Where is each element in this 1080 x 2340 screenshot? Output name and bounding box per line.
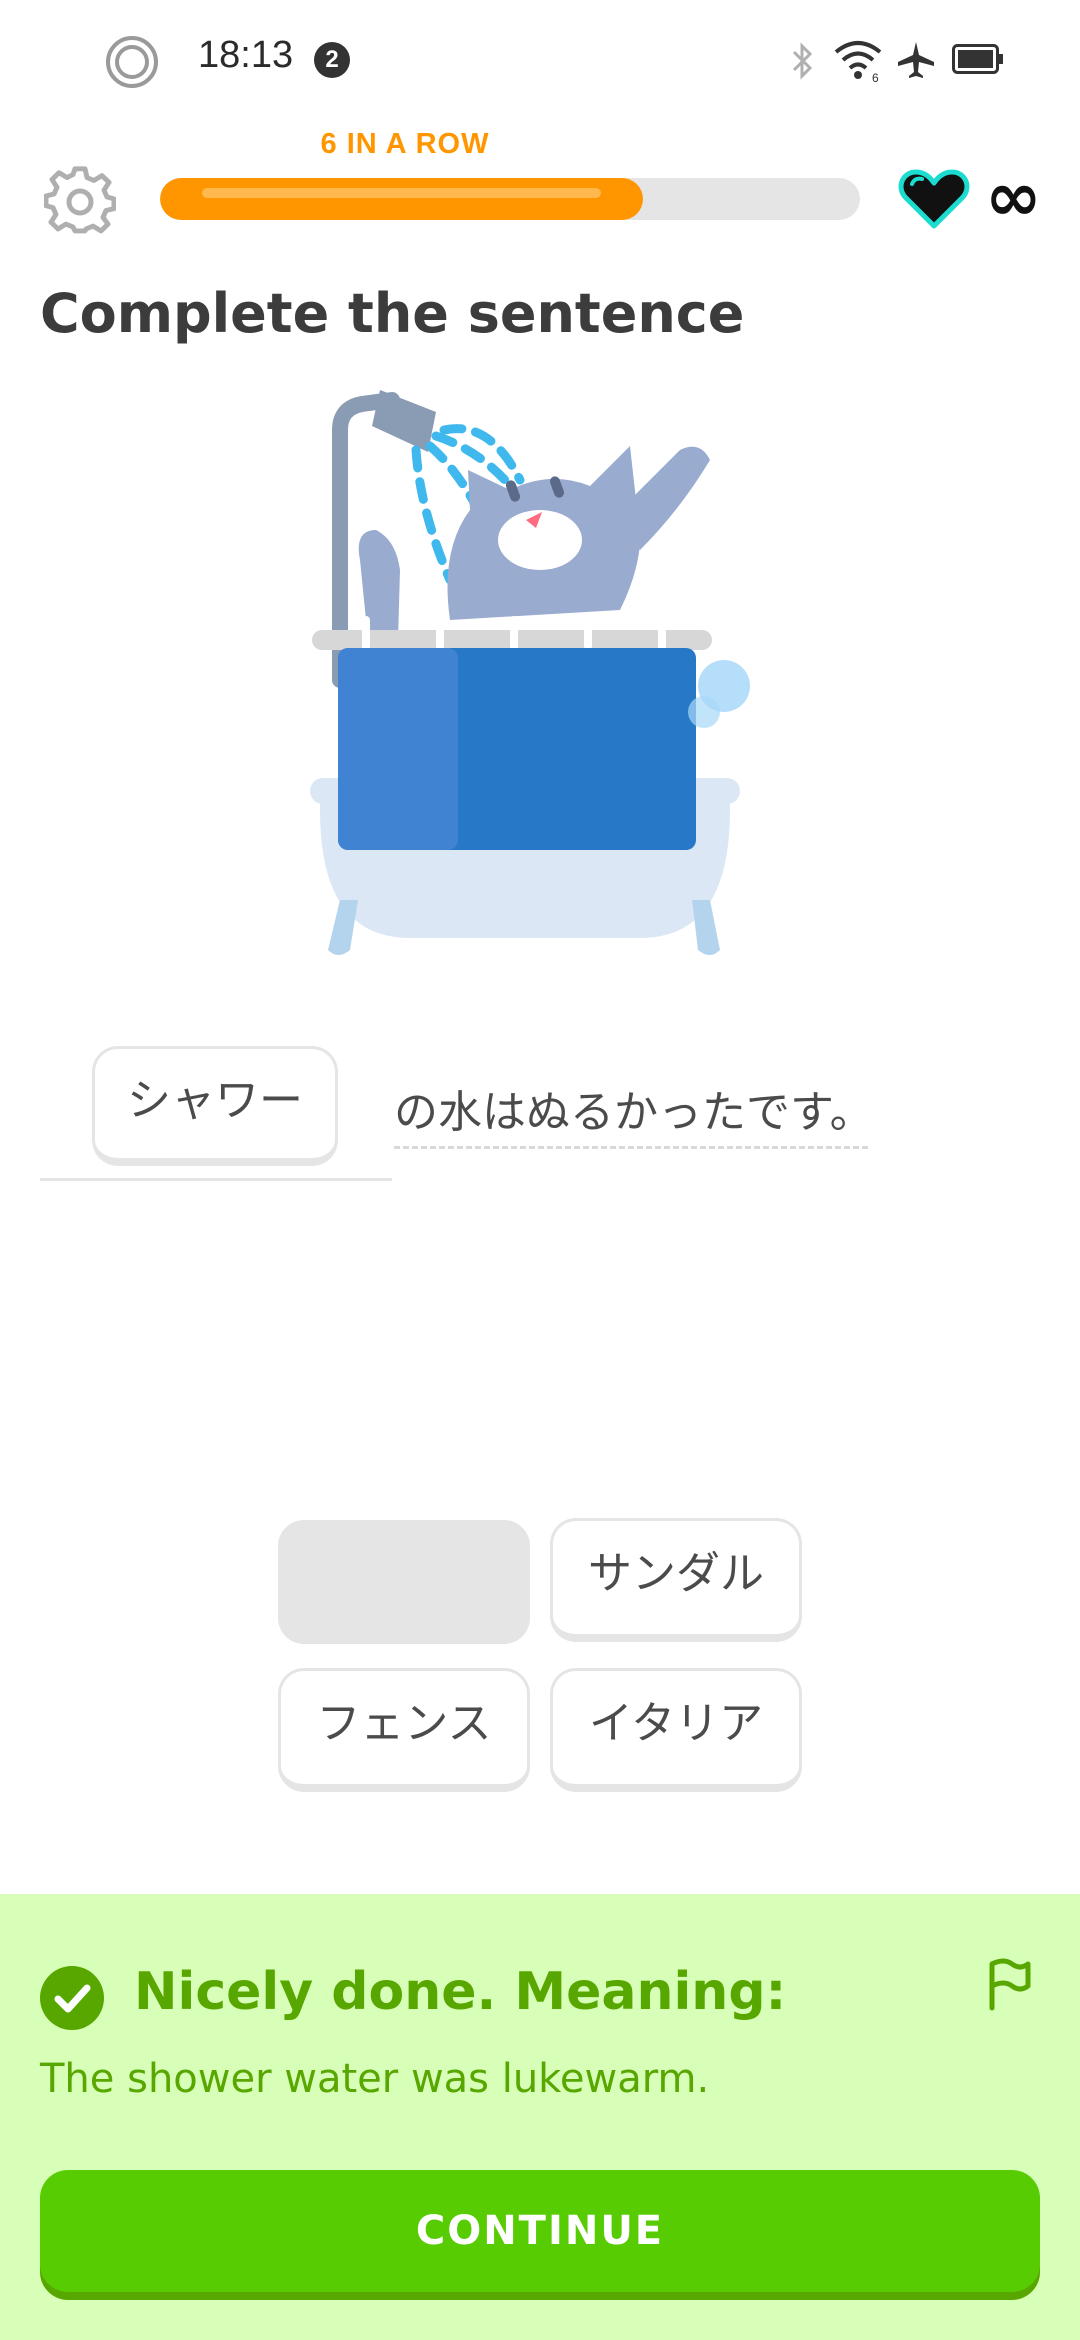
lesson-progress-bar: [160, 178, 860, 220]
battery-icon: [952, 44, 1003, 74]
word-bank-tile[interactable]: イタリア: [550, 1668, 802, 1792]
word-bank-tile-used: [278, 1520, 530, 1644]
check-circle-icon: [40, 1966, 104, 2030]
cat-in-shower-illustration: [310, 390, 750, 955]
infinity-icon: ∞: [985, 158, 1042, 237]
exercise-title: Complete the sentence: [40, 282, 745, 345]
wifi-icon: 6: [834, 41, 882, 82]
streak-label: 6 IN A ROW: [320, 128, 490, 160]
progress-shine: [202, 188, 601, 198]
sentence-hint-underline: [394, 1146, 868, 1149]
bluetooth-icon: [792, 42, 813, 80]
progress-fill: [160, 178, 643, 220]
record-icon: [106, 36, 158, 88]
notification-count-badge: 2: [314, 42, 350, 78]
airplane-mode-icon: [898, 42, 934, 78]
sentence-text[interactable]: の水はぬるかったです。: [394, 1076, 874, 1140]
answer-slot-underline: [40, 1178, 392, 1181]
svg-text:6: 6: [872, 71, 879, 82]
heart-icon[interactable]: [898, 168, 970, 232]
report-flag-icon[interactable]: [984, 1956, 1034, 2012]
status-bar: 18:13 2 6: [0, 0, 1080, 120]
settings-gear-icon[interactable]: [44, 166, 116, 238]
continue-button[interactable]: CONTINUE: [40, 2170, 1040, 2292]
translation-text: The shower water was lukewarm.: [40, 2056, 710, 2102]
answer-slot-tile[interactable]: シャワー: [92, 1046, 338, 1166]
feedback-title: Nicely done. Meaning:: [134, 1962, 787, 2022]
word-bank-tile[interactable]: サンダル: [550, 1518, 802, 1642]
status-time: 18:13: [198, 34, 294, 76]
word-bank-tile[interactable]: フェンス: [278, 1668, 530, 1792]
